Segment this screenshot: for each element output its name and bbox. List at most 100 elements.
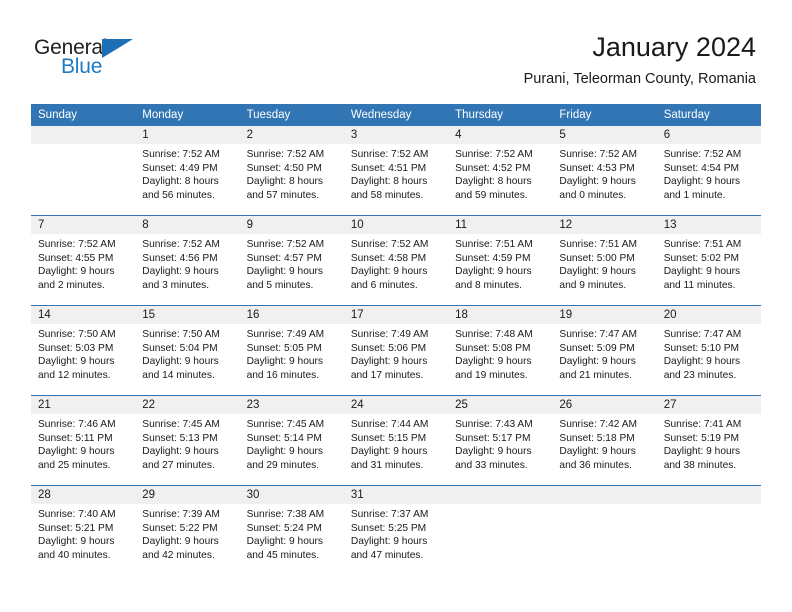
day-info-line: and 16 minutes. <box>246 369 320 381</box>
day-info-line: Sunrise: 7:52 AM <box>350 239 429 250</box>
day-cell-3[interactable]: Sunrise: 7:52 AM Sunset: 4:51 PM Daylight:… <box>344 144 448 215</box>
day-info-line: Sunrise: 7:39 AM <box>142 509 220 520</box>
day-info-line: Sunset: 5:09 PM <box>559 342 635 354</box>
day-cell-31[interactable]: Sunrise: 7:37 AM Sunset: 5:25 PM Daylight:… <box>344 504 448 575</box>
page-subtitle: Purani, Teleorman County, Romania <box>523 71 756 87</box>
day-info-line: Sunrise: 7:51 AM <box>455 239 533 250</box>
day-cell-11[interactable]: Sunrise: 7:51 AM Sunset: 4:59 PM Daylight:… <box>448 234 552 305</box>
day-info-line: Daylight: 9 hours <box>559 266 636 278</box>
day-info-line: and 42 minutes. <box>142 549 215 561</box>
day-info-line: and 6 minutes. <box>350 279 418 291</box>
day-number-row: 123456 <box>31 126 761 144</box>
day-cell-15[interactable]: Sunrise: 7:50 AM Sunset: 5:04 PM Daylight:… <box>135 324 239 395</box>
day-number-24[interactable]: 24 <box>344 396 448 414</box>
day-number-16[interactable]: 16 <box>240 306 344 324</box>
day-cell-1[interactable]: Sunrise: 7:52 AM Sunset: 4:49 PM Daylight:… <box>135 144 239 215</box>
calendar-week-row: 7 8 9 10 11 12 13 Sunrise: 7:52 AM Sunset: 4:55 … <box>31 215 761 305</box>
day-cell-9[interactable]: Sunrise: 7:52 AM Sunset: 4:57 PM Daylight:… <box>240 234 344 305</box>
day-info-line: and 33 minutes. <box>455 459 528 471</box>
day-number-15[interactable]: 15 <box>135 306 239 324</box>
day-info-line: and 11 minutes. <box>663 279 736 291</box>
day-number-4[interactable]: 4 <box>448 126 552 144</box>
day-cell-4[interactable]: Sunrise: 7:52 AM Sunset: 4:52 PM Daylight:… <box>448 144 552 215</box>
day-number-18[interactable]: 18 <box>448 306 552 324</box>
day-cell-2[interactable]: Sunrise: 7:52 AM Sunset: 4:50 PM Daylight:… <box>240 144 344 215</box>
day-number-28[interactable]: 28 <box>31 486 135 504</box>
day-info-row: Sunrise: 7:52 AM Sunset: 4:55 PM Daylight:… <box>31 234 761 305</box>
day-info-line: and 29 minutes. <box>246 459 320 471</box>
day-number-30[interactable]: 30 <box>240 486 344 504</box>
day-number-3[interactable]: 3 <box>344 126 448 144</box>
day-info-line: Daylight: 9 hours <box>38 536 115 548</box>
day-cell-8[interactable]: Sunrise: 7:52 AM Sunset: 4:56 PM Daylight:… <box>135 234 239 305</box>
day-cell-19[interactable]: Sunrise: 7:47 AM Sunset: 5:09 PM Daylight:… <box>552 324 656 395</box>
day-number-7[interactable]: 7 <box>31 216 135 234</box>
day-info-line: Daylight: 9 hours <box>663 266 741 278</box>
day-number-9[interactable]: 9 <box>240 216 344 234</box>
day-cell-5[interactable]: Sunrise: 7:52 AM Sunset: 4:53 PM Daylight:… <box>552 144 656 215</box>
day-number-5[interactable]: 5 <box>552 126 656 144</box>
day-info-line: Daylight: 8 hours <box>455 176 532 188</box>
day-number-1[interactable]: 1 <box>135 126 239 144</box>
day-number-22[interactable]: 22 <box>135 396 239 414</box>
day-number-empty <box>552 486 656 504</box>
day-cell-17[interactable]: Sunrise: 7:49 AM Sunset: 5:06 PM Daylight:… <box>344 324 448 395</box>
day-cell-30[interactable]: Sunrise: 7:38 AM Sunset: 5:24 PM Daylight:… <box>240 504 344 575</box>
day-info-line: Sunset: 5:04 PM <box>142 342 218 354</box>
day-number-14[interactable]: 14 <box>31 306 135 324</box>
day-number-23[interactable]: 23 <box>240 396 344 414</box>
day-cell-25[interactable]: Sunrise: 7:43 AM Sunset: 5:17 PM Daylight:… <box>448 414 552 485</box>
day-cell-20[interactable]: Sunrise: 7:47 AM Sunset: 5:10 PM Daylight:… <box>657 324 761 395</box>
day-number-13[interactable]: 13 <box>657 216 761 234</box>
general-blue-logo[interactable]: General Blue <box>34 36 164 84</box>
day-number-2[interactable]: 2 <box>240 126 344 144</box>
day-cell-18[interactable]: Sunrise: 7:48 AM Sunset: 5:08 PM Daylight:… <box>448 324 552 395</box>
day-cell-10[interactable]: Sunrise: 7:52 AM Sunset: 4:58 PM Daylight:… <box>344 234 448 305</box>
day-cell-26[interactable]: Sunrise: 7:42 AM Sunset: 5:18 PM Daylight:… <box>552 414 656 485</box>
day-cell-22[interactable]: Sunrise: 7:45 AM Sunset: 5:13 PM Daylight:… <box>135 414 239 485</box>
day-info-line: Daylight: 9 hours <box>142 356 219 368</box>
day-number-31[interactable]: 31 <box>344 486 448 504</box>
day-number-29[interactable]: 29 <box>135 486 239 504</box>
day-cell-24[interactable]: Sunrise: 7:44 AM Sunset: 5:15 PM Daylight:… <box>344 414 448 485</box>
day-info-row: Sunrise: 7:52 AM Sunset: 4:49 PM Daylight:… <box>31 144 761 215</box>
day-number-21[interactable]: 21 <box>31 396 135 414</box>
day-cell-13[interactable]: Sunrise: 7:51 AM Sunset: 5:02 PM Daylight:… <box>657 234 761 305</box>
day-number-17[interactable]: 17 <box>344 306 448 324</box>
day-cell-14[interactable]: Sunrise: 7:50 AM Sunset: 5:03 PM Daylight:… <box>31 324 135 395</box>
day-number-10[interactable]: 10 <box>344 216 448 234</box>
day-info-line: and 21 minutes. <box>559 369 632 381</box>
day-info-line: Sunset: 5:17 PM <box>455 432 531 444</box>
weekday-header-friday: Friday <box>559 109 592 121</box>
day-cell-23[interactable]: Sunrise: 7:45 AM Sunset: 5:14 PM Daylight:… <box>240 414 344 485</box>
day-cell-6[interactable]: Sunrise: 7:52 AM Sunset: 4:54 PM Daylight:… <box>657 144 761 215</box>
day-info-line: Daylight: 9 hours <box>559 356 636 368</box>
day-number-26[interactable]: 26 <box>552 396 656 414</box>
day-number-20[interactable]: 20 <box>657 306 761 324</box>
day-number-25[interactable]: 25 <box>448 396 552 414</box>
day-number-8[interactable]: 8 <box>135 216 239 234</box>
day-cell-12[interactable]: Sunrise: 7:51 AM Sunset: 5:00 PM Daylight:… <box>552 234 656 305</box>
day-cell-27[interactable]: Sunrise: 7:41 AM Sunset: 5:19 PM Daylight:… <box>657 414 761 485</box>
day-info-line: Sunrise: 7:46 AM <box>38 419 116 430</box>
day-number-19[interactable]: 19 <box>552 306 656 324</box>
day-cell-28[interactable]: Sunrise: 7:40 AM Sunset: 5:21 PM Daylight:… <box>31 504 135 575</box>
day-info-line: Sunset: 5:18 PM <box>559 432 635 444</box>
day-number-12[interactable]: 12 <box>552 216 656 234</box>
day-cell-29[interactable]: Sunrise: 7:39 AM Sunset: 5:22 PM Daylight:… <box>135 504 239 575</box>
day-info-line: Sunset: 4:50 PM <box>246 162 322 174</box>
calendar-page: General Blue January 2024 Purani, Teleor… <box>0 0 792 612</box>
day-info-line: Daylight: 9 hours <box>142 446 219 458</box>
day-number-27[interactable]: 27 <box>657 396 761 414</box>
day-info-line: Sunrise: 7:44 AM <box>350 419 429 430</box>
day-info-line: Sunrise: 7:51 AM <box>663 239 742 250</box>
day-info-line: and 23 minutes. <box>663 369 737 381</box>
day-cell-21[interactable]: Sunrise: 7:46 AM Sunset: 5:11 PM Daylight:… <box>31 414 135 485</box>
day-cell-7[interactable]: Sunrise: 7:52 AM Sunset: 4:55 PM Daylight:… <box>31 234 135 305</box>
day-cell-16[interactable]: Sunrise: 7:49 AM Sunset: 5:05 PM Daylight:… <box>240 324 344 395</box>
day-number-6[interactable]: 6 <box>657 126 761 144</box>
day-info-line: and 9 minutes. <box>559 279 627 291</box>
day-info-line: Daylight: 8 hours <box>246 176 324 188</box>
day-info-line: Sunrise: 7:52 AM <box>142 149 220 160</box>
day-number-11[interactable]: 11 <box>448 216 552 234</box>
